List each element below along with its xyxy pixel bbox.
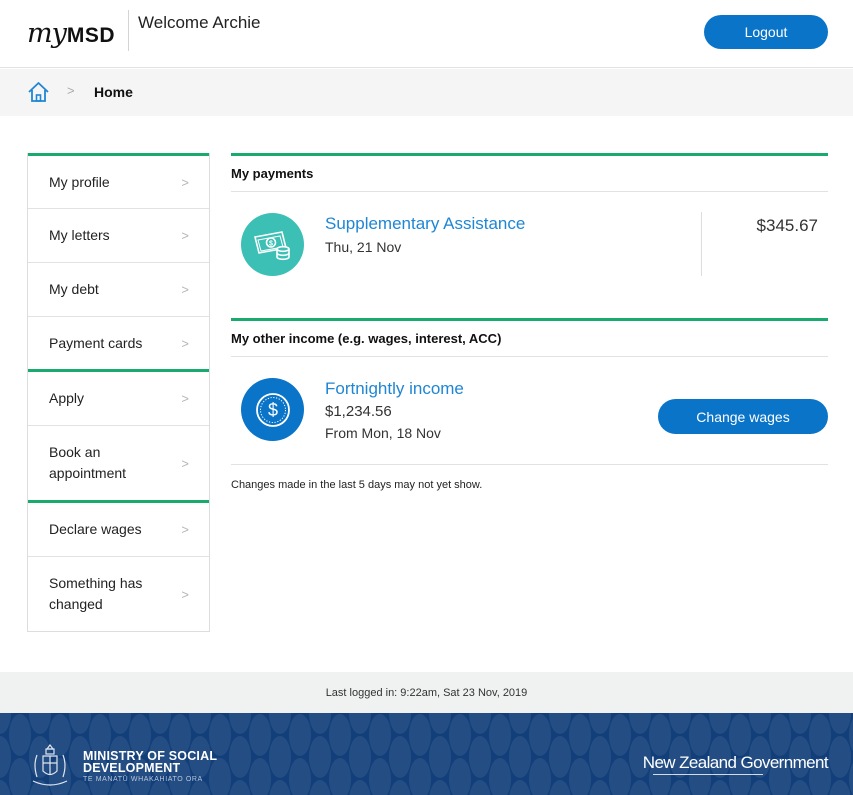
sidebar-item-my-profile[interactable]: My profile > (28, 153, 209, 208)
sidebar-item-label: My profile (49, 173, 110, 190)
sidebar-item-apply[interactable]: Apply > (28, 369, 209, 425)
payment-divider (701, 212, 702, 276)
sidebar-item-declare-wages[interactable]: Declare wages > (28, 500, 209, 556)
income-title[interactable]: Fortnightly income (325, 379, 464, 399)
chevron-right-icon: > (181, 335, 189, 351)
change-wages-button[interactable]: Change wages (658, 399, 828, 434)
payment-title[interactable]: Supplementary Assistance (325, 214, 525, 234)
nz-government-logo[interactable]: New Zealand Government (643, 753, 829, 773)
nz-coat-of-arms-icon (32, 744, 68, 786)
my-payments-section: My payments $ Supplementary Assistance T… (231, 153, 828, 297)
sidebar-item-my-letters[interactable]: My letters > (28, 208, 209, 262)
income-row: $ Fortnightly income $1,234.56 From Mon,… (231, 357, 828, 465)
other-income-section: My other income (e.g. wages, interest, A… (231, 318, 828, 465)
sidebar-item-label: My letters (49, 227, 110, 243)
breadcrumb-separator: > (67, 83, 75, 98)
sidebar-item-label: Declare wages (49, 521, 142, 537)
sidebar-item-label: Something has changed (49, 575, 143, 612)
changes-note: Changes made in the last 5 days may not … (231, 479, 483, 491)
sidebar-item-book-appointment[interactable]: Book an appointment > (28, 425, 209, 500)
chevron-right-icon: > (181, 522, 189, 537)
sidebar-item-something-changed[interactable]: Something has changed > (28, 556, 209, 631)
chevron-right-icon: > (181, 455, 189, 471)
dollar-coin-icon: $ (241, 378, 304, 441)
sidebar-item-label: Payment cards (49, 334, 143, 351)
chevron-right-icon: > (181, 391, 189, 406)
svg-text:$: $ (269, 240, 273, 247)
sidebar-item-label: Apply (49, 390, 85, 406)
payment-amount: $345.67 (756, 216, 818, 235)
nz-government-underline (653, 774, 763, 775)
mymsd-logo[interactable]: my MSD (27, 18, 115, 50)
ministry-name-line2: DEVELOPMENT (83, 761, 181, 775)
chevron-right-icon: > (181, 586, 189, 602)
ministry-name: MINISTRY OF SOCIAL DEVELOPMENT (83, 750, 217, 775)
income-from-date: From Mon, 18 Nov (325, 425, 441, 441)
government-footer: MINISTRY OF SOCIAL DEVELOPMENT TE MANATŪ… (0, 713, 853, 795)
sidebar-item-label: My debt (49, 281, 99, 297)
site-header: my MSD Welcome Archie Logout (0, 0, 853, 68)
income-amount: $1,234.56 (325, 403, 392, 420)
breadcrumb-current: Home (94, 84, 133, 100)
chevron-right-icon: > (181, 174, 189, 190)
money-icon: $ (241, 213, 304, 276)
payment-date: Thu, 21 Nov (325, 239, 402, 255)
svg-text:$: $ (267, 400, 277, 420)
welcome-message: Welcome Archie (138, 13, 261, 32)
last-logged-in: Last logged in: 9:22am, Sat 23 Nov, 2019 (0, 672, 853, 713)
logout-button[interactable]: Logout (704, 15, 828, 49)
my-payments-heading: My payments (231, 153, 828, 192)
chevron-right-icon: > (181, 228, 189, 243)
chevron-right-icon: > (181, 282, 189, 297)
logo-msd-text: MSD (66, 24, 116, 47)
logo-my-text: my (27, 18, 67, 49)
sidebar-nav: My profile > My letters > My debt > Paym… (27, 153, 210, 632)
ministry-maori-name: TE MANATŪ WHAKAHIATO ORA (83, 776, 203, 783)
sidebar-item-my-debt[interactable]: My debt > (28, 262, 209, 316)
sidebar-item-payment-cards[interactable]: Payment cards > (28, 316, 209, 369)
home-icon[interactable] (27, 81, 50, 103)
sidebar-item-label: Book an appointment (49, 444, 127, 481)
breadcrumb: > Home (0, 69, 853, 116)
other-income-heading: My other income (e.g. wages, interest, A… (231, 318, 828, 357)
payment-row[interactable]: $ Supplementary Assistance Thu, 21 Nov $… (231, 192, 828, 297)
header-divider (128, 10, 129, 51)
